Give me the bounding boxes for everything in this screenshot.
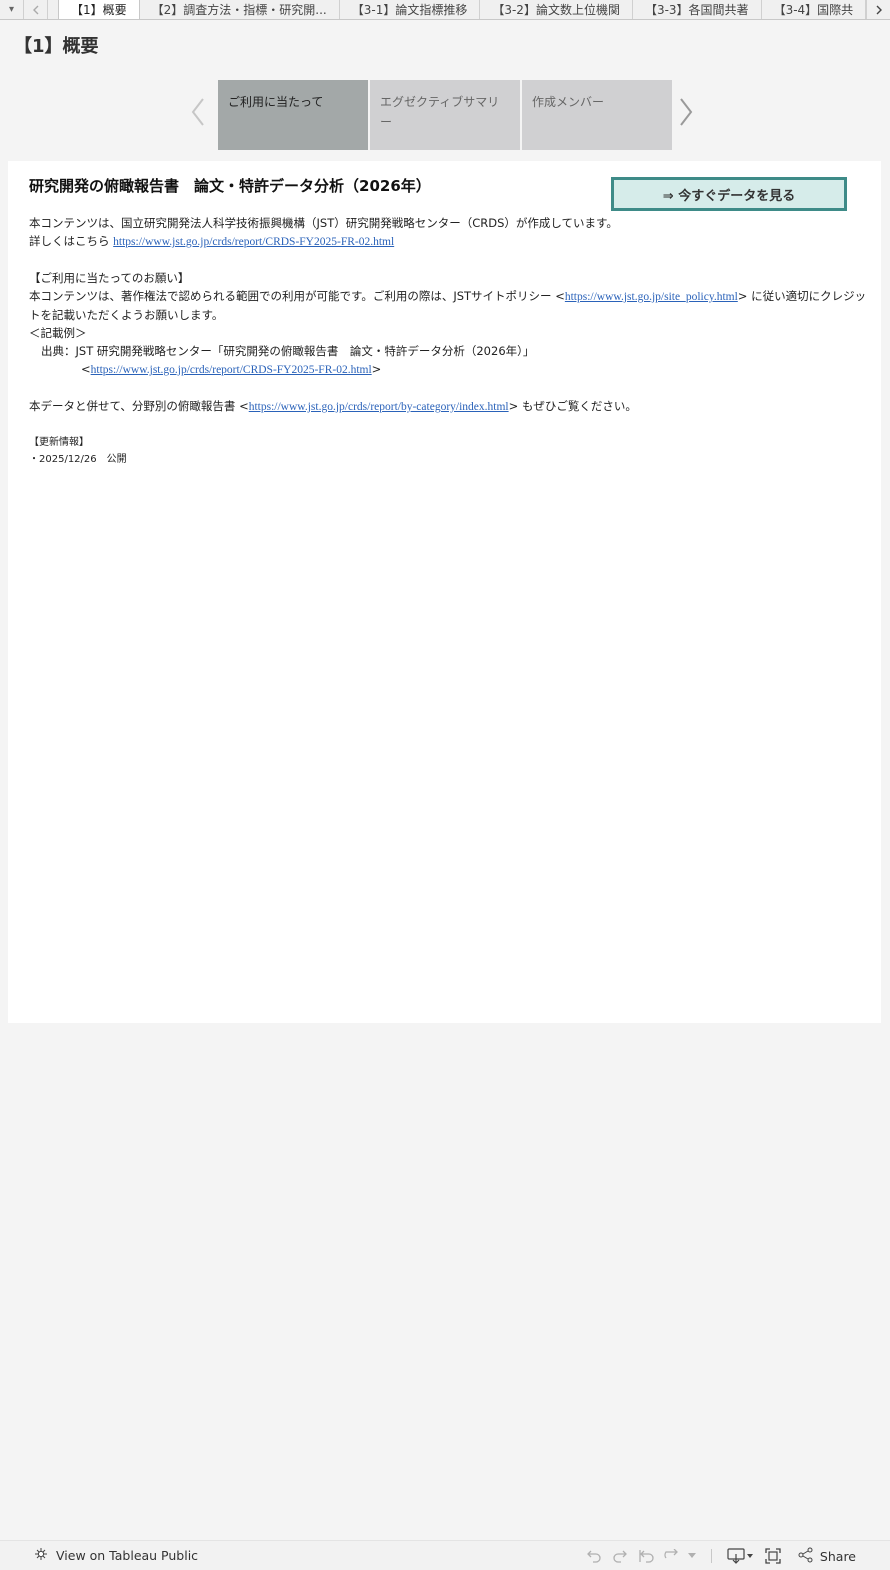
share-button[interactable]: Share (798, 1547, 856, 1566)
details-prefix: 詳しくはこちら (29, 234, 114, 248)
download-icon[interactable] (724, 1541, 756, 1570)
report-title: 研究開発の俯瞰報告書 論文・特許データ分析（2026年） (29, 177, 431, 195)
tab-overview[interactable]: 【1】概要 (58, 0, 140, 19)
tab-list: 【1】概要 【2】調査方法・指標・研究開... 【3-1】論文指標推移 【3-2… (48, 0, 890, 19)
undo-icon[interactable] (581, 1541, 607, 1570)
footer-toolbar: Share (581, 1541, 890, 1570)
request-text-prefix: 本コンテンツは、著作権法で認められる範囲での利用が可能です。ご利用の際は、JST… (29, 289, 565, 303)
subnav-next-icon[interactable] (678, 96, 694, 128)
view-on-tableau-public-label: View on Tableau Public (56, 1548, 199, 1563)
revert-icon[interactable] (633, 1541, 659, 1570)
update-heading: 【更新情報】 (29, 437, 89, 448)
tableau-footer: View on Tableau Public Share (0, 1540, 890, 1570)
details-line: 詳しくはこちら https://www.jst.go.jp/crds/repor… (29, 232, 869, 251)
fullscreen-icon[interactable] (756, 1541, 790, 1570)
category-line: 本データと併せて、分野別の俯瞰報告書 <https://www.jst.go.j… (29, 397, 869, 416)
subnav-prev-icon[interactable] (190, 96, 206, 128)
update-item: ・2025/12/26 公開 (29, 454, 127, 465)
subnav-members[interactable]: 作成メンバー (522, 80, 672, 150)
toolbar-divider (710, 1549, 712, 1563)
request-heading: 【ご利用に当たってのお願い】 (29, 271, 190, 285)
tab-international-collab[interactable]: 【3-4】国際共 (762, 0, 867, 19)
report-link[interactable]: https://www.jst.go.jp/crds/report/CRDS-F… (113, 236, 394, 248)
example-heading: ＜記載例＞ (29, 326, 87, 340)
view-on-tableau-public-link[interactable]: View on Tableau Public (34, 1547, 198, 1564)
request-text: 本コンテンツは、著作権法で認められる範囲での利用が可能です。ご利用の際は、JST… (29, 287, 869, 324)
sheet-tab-strip: ▾ 【1】概要 【2】調査方法・指標・研究開... 【3-1】論文指標推移 【3… (0, 0, 890, 20)
tab-scroll-right-icon[interactable] (866, 0, 890, 19)
view-data-now-button[interactable]: ⇒ 今すぐデータを見る (611, 177, 847, 211)
citation-line: 出典：JST 研究開発戦略センター「研究開発の俯瞰報告書 論文・特許データ分析（… (41, 344, 535, 358)
tab-menu-chevron-down-icon[interactable]: ▾ (0, 0, 24, 19)
citation-url-line: <https://www.jst.go.jp/crds/report/CRDS-… (81, 362, 382, 376)
site-policy-link[interactable]: https://www.jst.go.jp/site_policy.html (565, 291, 738, 303)
page-title: 【1】概要 (14, 36, 99, 57)
subnav-usage[interactable]: ご利用に当たって (218, 80, 368, 150)
tab-top-institutions[interactable]: 【3-2】論文数上位機関 (480, 0, 633, 19)
share-label: Share (819, 1548, 856, 1564)
category-prefix: 本データと併せて、分野別の俯瞰報告書 < (29, 399, 249, 413)
refresh-dropdown-icon[interactable] (685, 1541, 699, 1570)
subnav-executive-summary[interactable]: エグゼクティブサマリー (370, 80, 520, 150)
share-icon (798, 1547, 814, 1566)
tab-international-coauthorship[interactable]: 【3-3】各国間共著 (633, 0, 762, 19)
subnav: ご利用に当たって エグゼクティブサマリー 作成メンバー (218, 80, 672, 150)
tab-scroll-left-icon[interactable] (24, 0, 48, 19)
usage-text: 本コンテンツは、国立研究開発法人科学技術振興機構（JST）研究開発戦略センター（… (29, 214, 869, 468)
tab-methods[interactable]: 【2】調査方法・指標・研究開... (140, 0, 340, 19)
redo-icon[interactable] (607, 1541, 633, 1570)
tab-paper-indicator-trend[interactable]: 【3-1】論文指標推移 (340, 0, 481, 19)
category-link[interactable]: https://www.jst.go.jp/crds/report/by-cat… (249, 401, 509, 413)
category-suffix: > もぜひご覧ください。 (508, 399, 637, 413)
citation-link[interactable]: https://www.jst.go.jp/crds/report/CRDS-F… (91, 364, 372, 376)
refresh-icon[interactable] (659, 1541, 685, 1570)
intro-line: 本コンテンツは、国立研究開発法人科学技術振興機構（JST）研究開発戦略センター（… (29, 216, 618, 230)
tableau-logo-icon (34, 1547, 48, 1564)
content-panel: 研究開発の俯瞰報告書 論文・特許データ分析（2026年） ⇒ 今すぐデータを見る… (8, 161, 881, 1023)
